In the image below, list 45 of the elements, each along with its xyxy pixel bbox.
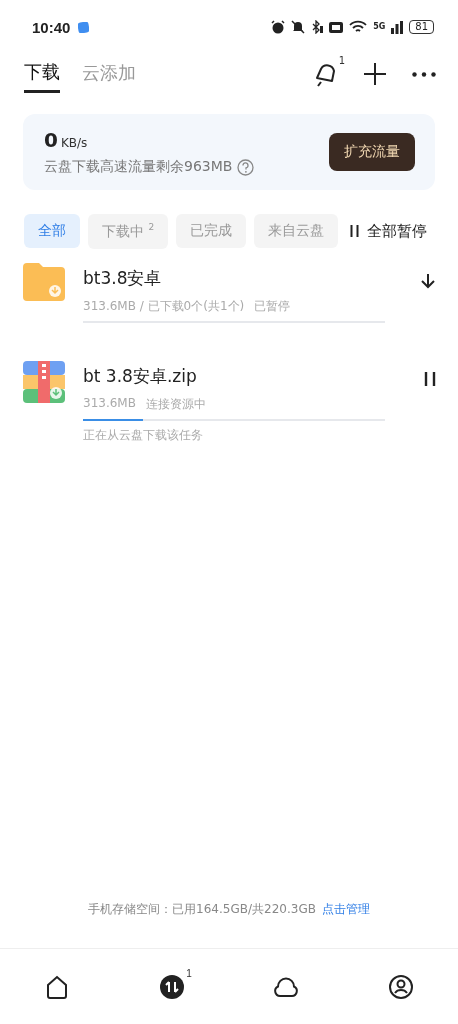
- bluetooth-icon: [311, 20, 324, 34]
- signal-icon: [391, 20, 404, 34]
- bell-icon[interactable]: [314, 61, 338, 87]
- file-size: 313.6MB: [83, 395, 136, 412]
- pause-all-button[interactable]: 全部暂停: [346, 221, 432, 241]
- mute-bell-icon: [291, 20, 306, 34]
- file-name: bt 3.8安卓.zip: [83, 364, 198, 388]
- file-size: 313.6MB / 已下载0个(共1个): [83, 297, 245, 315]
- tab[interactable]: 云添加: [82, 57, 136, 91]
- pause-icon: [350, 225, 360, 238]
- status-time: 10:40: [32, 18, 71, 36]
- manage-link[interactable]: 点击管理: [321, 901, 370, 918]
- more-icon[interactable]: [412, 71, 436, 77]
- filter-chip[interactable]: 已完成: [176, 214, 247, 249]
- help-icon[interactable]: [237, 158, 255, 176]
- tab[interactable]: 下载: [24, 55, 60, 93]
- network-type: 5G: [373, 23, 386, 31]
- download-speed: 0: [44, 128, 58, 152]
- download-status: 已暂停: [254, 297, 291, 315]
- task-note: 正在从云盘下载该任务: [83, 426, 204, 444]
- profile-icon: [387, 973, 414, 1000]
- add-icon[interactable]: [364, 63, 386, 85]
- nav-button[interactable]: [387, 973, 414, 1000]
- nav-count: 1: [186, 967, 192, 979]
- transfer-icon: [158, 973, 185, 1000]
- pause-icon: [424, 370, 436, 387]
- app-notification-icon: [78, 21, 90, 33]
- notification-count: 1: [338, 55, 345, 66]
- battery-level: 81: [409, 20, 434, 34]
- quota-text: 云盘下载高速流量剩余963MB: [44, 158, 233, 176]
- folder-icon: [23, 262, 65, 301]
- filter-chip[interactable]: 全部: [24, 214, 80, 249]
- zip-file-icon: [23, 360, 65, 403]
- wifi-icon: [349, 20, 368, 34]
- task-action-button[interactable]: [420, 272, 436, 289]
- expand-traffic-button[interactable]: 扩充流量: [329, 133, 415, 171]
- task-action-button[interactable]: [424, 370, 436, 387]
- speed-unit: KB/s: [60, 136, 88, 150]
- download-status: 连接资源中: [145, 395, 206, 413]
- filter-chip[interactable]: 下载中 $^{2}$: [88, 214, 169, 249]
- download-arrow-icon: [420, 272, 436, 289]
- file-name: bt3.8安卓: [83, 266, 163, 290]
- filter-chip[interactable]: 来自云盘: [254, 214, 339, 249]
- alarm-icon: [271, 20, 286, 34]
- storage-info: 手机存储空间：已用164.5GB/共220.3GB: [88, 901, 316, 918]
